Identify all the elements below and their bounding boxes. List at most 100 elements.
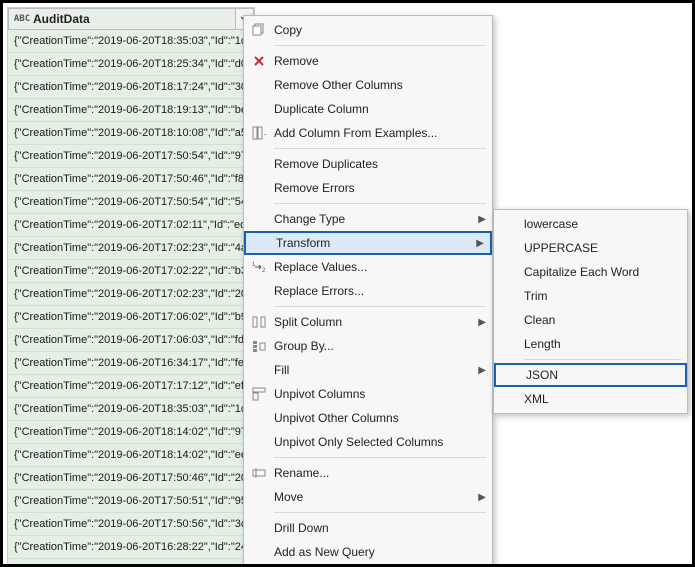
data-cell[interactable]: {"CreationTime":"2019-06-20T17:50:51","I… bbox=[8, 490, 254, 513]
menu-unpivot-selected[interactable]: Unpivot Only Selected Columns bbox=[244, 430, 492, 454]
menu-replace-values[interactable]: 12 Replace Values... bbox=[244, 255, 492, 279]
submenu-capitalize[interactable]: Capitalize Each Word bbox=[494, 260, 687, 284]
menu-label: Remove Other Columns bbox=[274, 78, 403, 92]
menu-label: Remove Duplicates bbox=[274, 157, 378, 171]
menu-label: Length bbox=[524, 337, 561, 351]
menu-label: lowercase bbox=[524, 217, 578, 231]
submenu-json[interactable]: JSON bbox=[494, 363, 687, 387]
menu-label: Trim bbox=[524, 289, 548, 303]
app-frame: ABC AuditData {"CreationTime":"2019-06-2… bbox=[0, 0, 695, 567]
separator bbox=[274, 148, 486, 149]
menu-label: Remove bbox=[274, 54, 319, 68]
submenu-length[interactable]: Length bbox=[494, 332, 687, 356]
menu-remove-errors[interactable]: Remove Errors bbox=[244, 176, 492, 200]
submenu-lowercase[interactable]: lowercase bbox=[494, 212, 687, 236]
data-cell[interactable]: {"CreationTime":"2019-06-20T18:35:03","I… bbox=[8, 398, 254, 421]
menu-label: Add Column From Examples... bbox=[274, 126, 437, 140]
data-cell[interactable]: {"CreationTime":"2019-06-20T17:02:22","I… bbox=[8, 260, 254, 283]
submenu-clean[interactable]: Clean bbox=[494, 308, 687, 332]
menu-remove-duplicates[interactable]: Remove Duplicates bbox=[244, 152, 492, 176]
menu-group-by[interactable]: Group By... bbox=[244, 334, 492, 358]
menu-change-type[interactable]: Change Type ▶ bbox=[244, 207, 492, 231]
menu-drill-down[interactable]: Drill Down bbox=[244, 516, 492, 540]
column-header[interactable]: ABC AuditData bbox=[8, 8, 254, 30]
submenu-xml[interactable]: XML bbox=[494, 387, 687, 411]
menu-add-from-examples[interactable]: + Add Column From Examples... bbox=[244, 121, 492, 145]
menu-label: Move bbox=[274, 490, 303, 504]
chevron-right-icon: ▶ bbox=[478, 492, 486, 503]
unpivot-icon bbox=[250, 385, 268, 403]
column-context-menu: Copy Remove Remove Other Columns Duplica… bbox=[243, 15, 493, 567]
data-cell[interactable]: {"CreationTime":"2019-06-20T18:17:24","I… bbox=[8, 76, 254, 99]
svg-text:+: + bbox=[264, 130, 266, 139]
menu-unpivot[interactable]: Unpivot Columns bbox=[244, 382, 492, 406]
menu-remove-other[interactable]: Remove Other Columns bbox=[244, 73, 492, 97]
data-cell[interactable]: {"CreationTime":"2019-06-20T18:25:34","I… bbox=[8, 53, 254, 76]
chevron-right-icon: ▶ bbox=[478, 365, 486, 376]
data-cell[interactable]: {"CreationTime":"2019-06-20T17:50:54","I… bbox=[8, 145, 254, 168]
data-cell[interactable]: {"CreationTime":"2019-06-20T18:19:13","I… bbox=[8, 99, 254, 122]
menu-duplicate[interactable]: Duplicate Column bbox=[244, 97, 492, 121]
chevron-right-icon: ▶ bbox=[478, 317, 486, 328]
menu-label: Unpivot Columns bbox=[274, 387, 365, 401]
data-cell[interactable]: {"CreationTime":"2019-06-20T17:06:03","I… bbox=[8, 329, 254, 352]
menu-remove[interactable]: Remove bbox=[244, 49, 492, 73]
data-cell[interactable]: {"CreationTime":"2019-06-20T17:02:23","I… bbox=[8, 283, 254, 306]
rename-icon bbox=[250, 464, 268, 482]
menu-label: Group By... bbox=[274, 339, 334, 353]
menu-move[interactable]: Move ▶ bbox=[244, 485, 492, 509]
data-cell[interactable]: {"CreationTime":"2019-06-20T17:06:02","I… bbox=[8, 306, 254, 329]
svg-text:2: 2 bbox=[262, 268, 266, 274]
menu-replace-errors[interactable]: Replace Errors... bbox=[244, 279, 492, 303]
menu-add-new-query[interactable]: Add as New Query bbox=[244, 540, 492, 564]
submenu-uppercase[interactable]: UPPERCASE bbox=[494, 236, 687, 260]
menu-fill[interactable]: Fill▶ bbox=[244, 358, 492, 382]
menu-label: JSON bbox=[526, 368, 558, 382]
menu-label: Change Type bbox=[274, 212, 345, 226]
copy-icon bbox=[250, 21, 268, 39]
menu-label: XML bbox=[524, 392, 549, 406]
menu-unpivot-other[interactable]: Unpivot Other Columns bbox=[244, 406, 492, 430]
separator bbox=[274, 512, 486, 513]
menu-label: Split Column bbox=[274, 315, 342, 329]
menu-rename[interactable]: Rename... bbox=[244, 461, 492, 485]
menu-label: Unpivot Only Selected Columns bbox=[274, 435, 443, 449]
data-cell[interactable]: {"CreationTime":"2019-06-20T18:10:08","I… bbox=[8, 122, 254, 145]
data-cell[interactable]: {"CreationTime":"2019-06-20T18:14:02","I… bbox=[8, 421, 254, 444]
data-cell[interactable]: {"CreationTime":"2019-06-20T17:50:56","I… bbox=[8, 513, 254, 536]
replace-icon: 12 bbox=[250, 258, 268, 276]
menu-label: Add as New Query bbox=[274, 545, 375, 559]
separator bbox=[274, 45, 486, 46]
separator bbox=[274, 306, 486, 307]
split-icon bbox=[250, 313, 268, 331]
menu-transform[interactable]: Transform▶ bbox=[244, 231, 492, 255]
data-cell[interactable]: {"CreationTime":"2019-06-20T16:28:22","I… bbox=[8, 536, 254, 559]
menu-label: UPPERCASE bbox=[524, 241, 598, 255]
remove-icon bbox=[250, 52, 268, 70]
menu-label: Unpivot Other Columns bbox=[274, 411, 399, 425]
data-cell[interactable]: {"CreationTime":"2019-06-20T17:17:12","I… bbox=[8, 375, 254, 398]
menu-split-column[interactable]: Split Column ▶ bbox=[244, 310, 492, 334]
chevron-right-icon: ▶ bbox=[476, 238, 484, 249]
data-cell[interactable]: {"CreationTime":"2019-06-20T18:35:03","I… bbox=[8, 30, 254, 53]
submenu-trim[interactable]: Trim bbox=[494, 284, 687, 308]
data-cell[interactable]: {"CreationTime":"2019-06-20T17:50:46","I… bbox=[8, 168, 254, 191]
menu-label: Drill Down bbox=[274, 521, 329, 535]
column-name: AuditData bbox=[33, 12, 90, 26]
menu-label: Remove Errors bbox=[274, 181, 355, 195]
chevron-right-icon: ▶ bbox=[478, 214, 486, 225]
menu-label: Replace Values... bbox=[274, 260, 367, 274]
data-cell[interactable]: {"CreationTime":"2019-06-20T17:50:46","I… bbox=[8, 559, 254, 567]
menu-label: Clean bbox=[524, 313, 555, 327]
data-cell[interactable]: {"CreationTime":"2019-06-20T17:50:54","I… bbox=[8, 191, 254, 214]
menu-copy[interactable]: Copy bbox=[244, 18, 492, 42]
data-cell[interactable]: {"CreationTime":"2019-06-20T17:50:46","I… bbox=[8, 467, 254, 490]
data-cell[interactable]: {"CreationTime":"2019-06-20T17:02:23","I… bbox=[8, 237, 254, 260]
add-column-icon: + bbox=[250, 124, 268, 142]
data-cell[interactable]: {"CreationTime":"2019-06-20T17:02:11","I… bbox=[8, 214, 254, 237]
data-cell[interactable]: {"CreationTime":"2019-06-20T16:34:17","I… bbox=[8, 352, 254, 375]
menu-label: Replace Errors... bbox=[274, 284, 364, 298]
data-cell[interactable]: {"CreationTime":"2019-06-20T18:14:02","I… bbox=[8, 444, 254, 467]
separator bbox=[274, 457, 486, 458]
separator bbox=[524, 359, 681, 360]
